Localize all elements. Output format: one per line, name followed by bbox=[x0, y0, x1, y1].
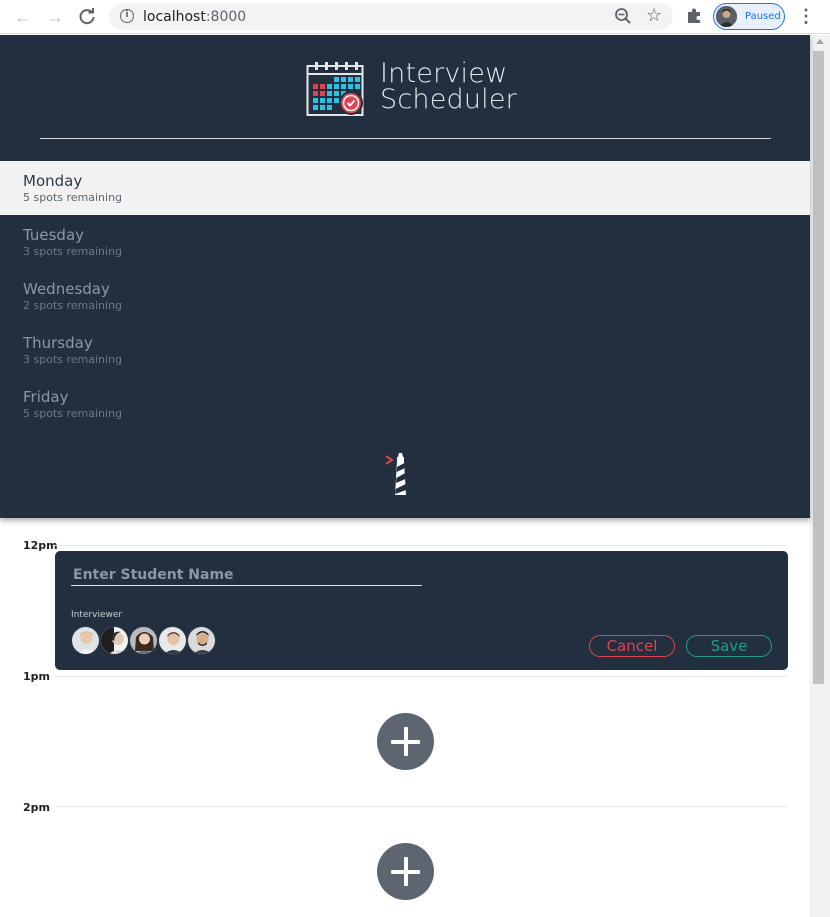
save-button[interactable]: Save bbox=[686, 635, 772, 657]
site-info-icon[interactable]: i bbox=[120, 9, 134, 23]
day-spots: 3 spots remaining bbox=[23, 245, 123, 258]
day-name: Friday bbox=[23, 388, 69, 406]
profile-avatar bbox=[716, 6, 737, 27]
day-list: Monday 5 spots remaining Tuesday 3 spots… bbox=[0, 161, 810, 431]
day-item-wednesday[interactable]: Wednesday 2 spots remaining bbox=[0, 269, 810, 323]
day-spots: 5 spots remaining bbox=[23, 407, 123, 420]
add-appointment-button[interactable] bbox=[377, 713, 434, 770]
slot-divider bbox=[55, 545, 788, 546]
day-item-friday[interactable]: Friday 5 spots remaining bbox=[0, 377, 810, 431]
day-item-monday[interactable]: Monday 5 spots remaining bbox=[0, 161, 810, 215]
add-appointment-button[interactable] bbox=[377, 843, 434, 900]
scroll-up-arrow-icon[interactable] bbox=[816, 39, 824, 44]
lighthouse-logo-icon bbox=[385, 453, 406, 495]
calendar-logo-icon bbox=[306, 62, 364, 116]
day-item-thursday[interactable]: Thursday 3 spots remaining bbox=[0, 323, 810, 377]
appointment-form: Interviewer Cancel Save bbox=[55, 551, 788, 670]
app-title: Interview Scheduler bbox=[380, 58, 517, 115]
plus-icon-stroke bbox=[403, 727, 408, 756]
day-name: Monday bbox=[23, 172, 83, 190]
slot-time-12pm: 12pm bbox=[23, 539, 58, 552]
day-name: Thursday bbox=[23, 334, 93, 352]
reload-icon[interactable] bbox=[75, 5, 99, 29]
interviewer-avatar[interactable] bbox=[187, 626, 216, 655]
bookmark-star-icon[interactable]: ☆ bbox=[646, 5, 662, 26]
header-divider bbox=[40, 138, 771, 139]
profile-button[interactable]: Paused bbox=[713, 3, 785, 30]
slot-divider bbox=[55, 806, 788, 807]
day-name: Wednesday bbox=[23, 280, 110, 298]
back-arrow-icon[interactable]: ← bbox=[11, 5, 35, 29]
day-spots: 3 spots remaining bbox=[23, 353, 123, 366]
profile-status: Paused bbox=[745, 11, 781, 22]
day-item-tuesday[interactable]: Tuesday 3 spots remaining bbox=[0, 215, 810, 269]
plus-icon-stroke bbox=[403, 857, 408, 886]
scroll-thumb[interactable] bbox=[813, 51, 824, 684]
address-bar[interactable]: i localhost:8000 ☆ bbox=[109, 3, 673, 30]
day-spots: 5 spots remaining bbox=[23, 191, 123, 204]
cancel-button[interactable]: Cancel bbox=[589, 635, 675, 657]
interviewer-label: Interviewer bbox=[71, 610, 123, 620]
slot-time-2pm: 2pm bbox=[23, 801, 50, 814]
slot-time-1pm: 1pm bbox=[23, 670, 50, 683]
slot-divider bbox=[55, 676, 788, 677]
forward-arrow-icon[interactable]: → bbox=[43, 5, 67, 29]
day-spots: 2 spots remaining bbox=[23, 299, 123, 312]
interviewer-avatar[interactable] bbox=[100, 626, 129, 655]
app-logo: Interview Scheduler bbox=[306, 59, 517, 119]
page-scrollbar[interactable] bbox=[810, 35, 830, 917]
interviewer-avatar[interactable] bbox=[158, 626, 187, 655]
extensions-puzzle-icon[interactable] bbox=[684, 6, 704, 26]
day-name: Tuesday bbox=[23, 226, 85, 244]
zoom-out-icon[interactable] bbox=[614, 7, 632, 25]
interviewer-avatar[interactable] bbox=[71, 626, 100, 655]
sidebar: Interview Scheduler Monday 5 spots remai… bbox=[0, 35, 810, 518]
student-name-input[interactable] bbox=[71, 565, 422, 586]
browser-menu-icon[interactable]: ⋮ bbox=[797, 6, 815, 26]
interviewer-avatar[interactable] bbox=[129, 626, 158, 655]
url-text: localhost:8000 bbox=[143, 9, 247, 25]
browser-toolbar: ← → i localhost:8000 ☆ Paused ⋮ bbox=[0, 0, 830, 34]
